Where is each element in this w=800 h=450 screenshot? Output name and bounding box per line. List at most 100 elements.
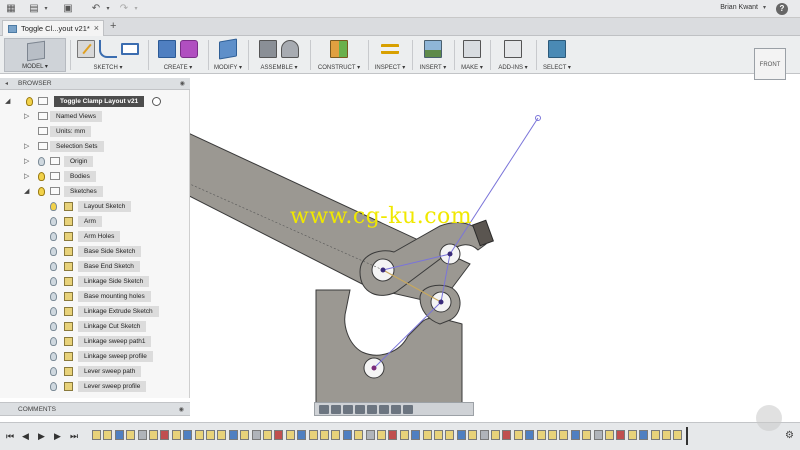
timeline-feature[interactable] (137, 430, 147, 440)
timeline-feature[interactable] (411, 430, 421, 440)
file-dropdown-icon[interactable]: ▾ (40, 3, 52, 15)
visibility-bulb-icon[interactable] (50, 232, 57, 241)
step-forward-icon[interactable]: ▶ (54, 431, 61, 442)
timeline-feature[interactable] (491, 430, 500, 440)
timeline-feature[interactable] (228, 430, 238, 440)
timeline-feature[interactable] (662, 430, 671, 440)
create-group[interactable]: CREATE ▾ (150, 38, 206, 72)
measure-icon[interactable] (381, 44, 399, 54)
timeline-feature[interactable] (183, 430, 193, 440)
construct-group[interactable]: CONSTRUCT ▾ (312, 38, 366, 72)
rectangle-icon[interactable] (121, 43, 139, 55)
sketch-point[interactable] (447, 251, 453, 257)
display-settings-icon[interactable] (379, 404, 389, 414)
timeline-feature[interactable] (331, 430, 341, 440)
sketch-item[interactable]: Lever sweep path (0, 366, 190, 377)
activate-icon[interactable] (152, 97, 161, 106)
sketch-item[interactable]: Layout Sketch (0, 201, 190, 212)
comments-panel[interactable]: COMMENTS ◉ (0, 402, 190, 416)
visibility-bulb-icon[interactable] (50, 292, 57, 301)
timeline-feature[interactable] (422, 430, 432, 440)
timeline-feature[interactable] (673, 430, 683, 440)
sketch-item[interactable]: Base End Sketch (0, 261, 190, 272)
timeline-feature[interactable] (445, 430, 455, 440)
settings-gear-icon[interactable]: ⚙ (785, 430, 794, 441)
sketch-item[interactable]: Base mounting holes (0, 291, 190, 302)
new-tab-icon[interactable]: + (110, 20, 116, 32)
sketch-menu[interactable]: SKETCH ▾ (70, 64, 146, 71)
user-dropdown-icon[interactable]: ▾ (763, 4, 766, 11)
extrude-icon[interactable] (158, 40, 176, 58)
timeline-feature[interactable] (126, 430, 136, 440)
timeline-feature[interactable] (365, 430, 375, 440)
video-play-overlay-icon[interactable] (756, 405, 782, 431)
grid-menu-icon[interactable]: ▦ (5, 3, 17, 15)
expand-icon[interactable]: ▷ (24, 141, 29, 152)
zoom-icon[interactable] (355, 404, 365, 414)
timeline-feature[interactable] (160, 430, 170, 440)
sketch-item[interactable]: Arm (0, 216, 190, 227)
play-icon[interactable]: ▶ (38, 431, 45, 442)
pin-icon[interactable]: ◉ (179, 406, 184, 413)
line-icon[interactable] (99, 40, 117, 58)
help-icon[interactable]: ? (776, 3, 788, 15)
step-back-icon[interactable]: ◀ (22, 431, 29, 442)
make-menu[interactable]: MAKE ▾ (456, 64, 488, 71)
timeline-feature[interactable] (114, 430, 124, 440)
timeline-feature[interactable] (616, 430, 626, 440)
timeline-marker[interactable] (686, 427, 688, 445)
timeline-feature[interactable] (377, 430, 386, 440)
timeline-feature[interactable] (593, 430, 603, 440)
sketch-line[interactable] (449, 117, 539, 255)
timeline-feature[interactable] (103, 430, 113, 440)
visibility-bulb-icon[interactable] (50, 337, 57, 346)
insert-image-icon[interactable] (424, 40, 442, 58)
redo-icon[interactable]: ↷ (118, 3, 130, 15)
timeline-feature[interactable] (502, 430, 512, 440)
sketch-point[interactable] (438, 299, 444, 305)
form-icon[interactable] (180, 40, 198, 58)
timeline-feature[interactable] (194, 430, 204, 440)
visibility-bulb-icon[interactable] (50, 247, 57, 256)
timeline-feature[interactable] (559, 430, 569, 440)
browser-header[interactable]: ◂ BROWSER ◉ (0, 78, 190, 90)
assemble-menu[interactable]: ASSEMBLE ▾ (250, 64, 308, 71)
select-arrow-icon[interactable] (548, 40, 566, 58)
tree-item-bodies[interactable]: ▷ Bodies (0, 171, 190, 182)
sketch-item[interactable]: Linkage sweep path1 (0, 336, 190, 347)
sketch-item[interactable]: Linkage Side Sketch (0, 276, 190, 287)
modify-menu[interactable]: MODIFY ▾ (210, 64, 246, 71)
timeline-feature[interactable] (149, 430, 158, 440)
visibility-bulb-icon[interactable] (50, 322, 57, 331)
sketch-item[interactable]: Linkage sweep profile (0, 351, 190, 362)
visibility-bulb-icon[interactable] (26, 97, 33, 106)
timeline-feature[interactable] (251, 430, 261, 440)
visibility-bulb-icon[interactable] (50, 217, 57, 226)
orbit-icon[interactable] (319, 404, 329, 414)
collapse-icon[interactable]: ◢ (24, 186, 29, 197)
timeline-feature[interactable] (92, 430, 101, 440)
visibility-bulb-icon[interactable] (38, 172, 45, 181)
modify-group[interactable]: MODIFY ▾ (210, 38, 246, 72)
expand-icon[interactable]: ▷ (24, 171, 29, 182)
tree-item-selection-sets[interactable]: ▷ Selection Sets (0, 141, 190, 152)
timeline-feature[interactable] (650, 430, 660, 440)
timeline-feature[interactable] (274, 430, 284, 440)
timeline-feature[interactable] (468, 430, 478, 440)
new-component-icon[interactable] (259, 40, 277, 58)
go-to-start-icon[interactable]: ⏮ (6, 431, 14, 442)
redo-dropdown-icon[interactable]: ▾ (130, 3, 142, 15)
visibility-bulb-icon[interactable] (50, 367, 57, 376)
viewports-icon[interactable] (403, 404, 413, 414)
file-icon[interactable]: ▤ (28, 3, 40, 15)
tree-item-origin[interactable]: ▷ Origin (0, 156, 190, 167)
timeline-feature[interactable] (240, 430, 250, 440)
timeline-feature[interactable] (639, 430, 649, 440)
timeline-feature[interactable] (513, 430, 523, 440)
select-group[interactable]: SELECT ▾ (538, 38, 576, 72)
press-pull-icon[interactable] (219, 38, 237, 60)
sketch-item[interactable]: Base Side Sketch (0, 246, 190, 257)
visibility-bulb-icon[interactable] (50, 262, 57, 271)
visibility-bulb-icon[interactable] (38, 157, 45, 166)
timeline-feature[interactable] (627, 430, 637, 440)
